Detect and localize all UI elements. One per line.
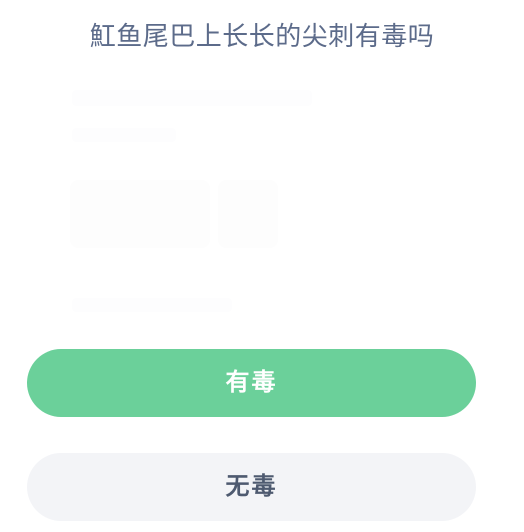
answer-option-button-1[interactable]: 有毒 <box>27 349 476 417</box>
answer-option-button-2[interactable]: 无毒 <box>27 453 476 521</box>
quiz-screen: 魟鱼尾巴上长长的尖刺有毒吗 有毒 无毒 <box>0 0 524 532</box>
answer-options-list: 有毒 无毒 <box>0 0 524 532</box>
answer-option-label: 无毒 <box>225 473 278 500</box>
answer-option-label: 有毒 <box>225 369 278 396</box>
